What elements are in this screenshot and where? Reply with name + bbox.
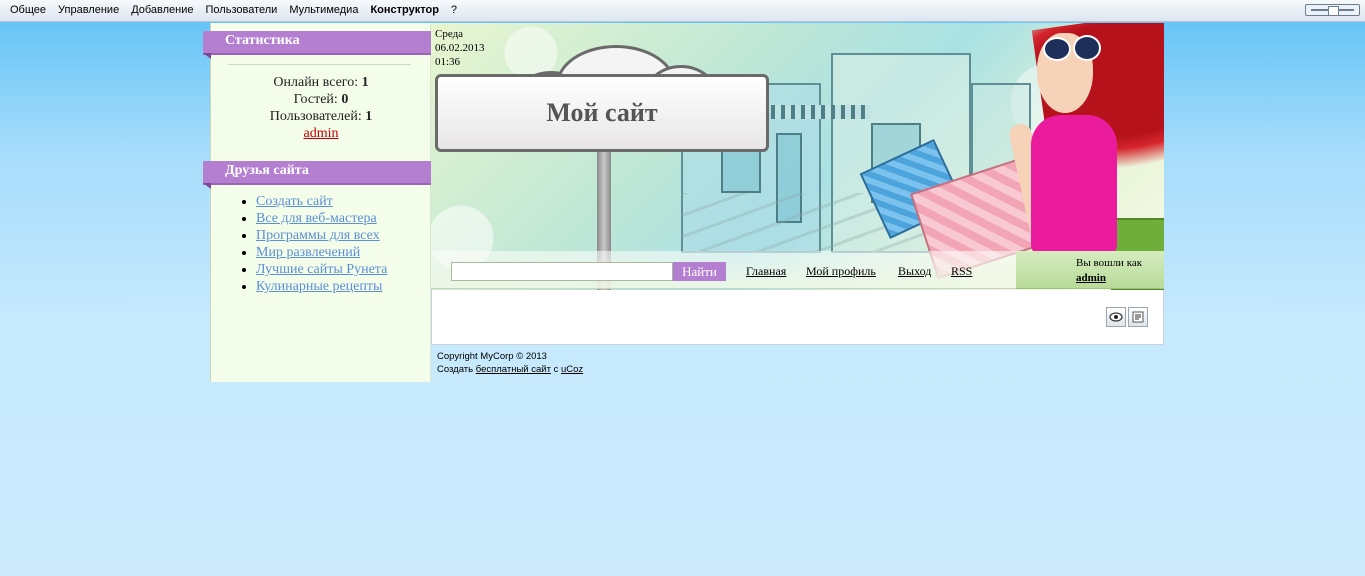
list-item: Программы для всех: [256, 227, 387, 244]
sunglasses-illustration: [1043, 37, 1071, 61]
eye-icon: [1109, 312, 1123, 322]
edit-mode-button[interactable]: [1128, 307, 1148, 327]
stats-user-link[interactable]: admin: [304, 126, 339, 141]
stats-divider: [228, 64, 411, 65]
friends-link-programs[interactable]: Программы для всех: [256, 228, 380, 243]
nav-link-home[interactable]: Главная: [746, 264, 786, 279]
stats-guests-label: Гостей:: [293, 92, 338, 107]
admin-menu-general[interactable]: Общее: [10, 4, 46, 16]
stats-users-label: Пользователей:: [269, 109, 362, 124]
footer: Copyright MyCorp © 2013 Создать бесплатн…: [437, 350, 583, 376]
search-input[interactable]: [451, 262, 673, 281]
header-awning-illustration: [771, 105, 871, 119]
date-time: Среда 06.02.2013 01:36: [435, 27, 485, 69]
admin-menu-management[interactable]: Управление: [58, 4, 119, 16]
stats-online-value: 1: [361, 75, 369, 90]
search-button[interactable]: Найти: [673, 262, 726, 281]
admin-toolbar: Общее Управление Добавление Пользователи…: [0, 0, 1365, 22]
list-item: Кулинарные рецепты: [256, 278, 387, 295]
sidebar: Статистика Онлайн всего: 1 Гостей: 0 Пол…: [203, 23, 431, 382]
site-header: Мой сайт Среда 06.02.2013 01:36: [431, 23, 1164, 290]
friends-link-best-sites[interactable]: Лучшие сайты Рунета: [256, 262, 387, 277]
login-status: Вы вошли как admin: [1016, 251, 1164, 289]
nav-link-profile[interactable]: Мой профиль: [806, 264, 876, 279]
site-title[interactable]: Мой сайт: [435, 74, 769, 152]
footer-copyright: Copyright MyCorp © 2013: [437, 351, 547, 362]
footer-create-prefix: Создать: [437, 364, 474, 375]
login-user-link[interactable]: admin: [1076, 272, 1106, 284]
admin-menu-multimedia[interactable]: Мультимедиа: [289, 4, 358, 16]
footer-free-site-link[interactable]: бесплатный сайт: [476, 364, 551, 375]
nav-link-logout[interactable]: Выход: [898, 264, 931, 279]
stats-users: Пользователей: 1: [211, 108, 431, 125]
admin-menu-constructor[interactable]: Конструктор: [370, 4, 438, 16]
friends-link-recipes[interactable]: Кулинарные рецепты: [256, 279, 382, 294]
friends-link-entertainment[interactable]: Мир развлечений: [256, 245, 360, 260]
admin-menu: Общее Управление Добавление Пользователи…: [4, 4, 463, 16]
login-label: Вы вошли как: [1076, 257, 1143, 269]
friends-link-create-site[interactable]: Создать сайт: [256, 194, 333, 209]
stats-users-value: 1: [365, 109, 373, 124]
main-content: [431, 290, 1164, 345]
footer-create-line: Создать бесплатный сайт с uCoz: [437, 363, 583, 376]
stats-user-link-row: admin: [211, 125, 431, 142]
panel-toggle-icon[interactable]: [1305, 4, 1360, 16]
weekday: Среда: [435, 28, 464, 40]
list-item: Все для веб-мастера: [256, 210, 387, 227]
list-item: Лучшие сайты Рунета: [256, 261, 387, 278]
stats-block: Онлайн всего: 1 Гостей: 0 Пользователей:…: [211, 74, 431, 142]
stats-online-label: Онлайн всего:: [273, 75, 359, 90]
current-date: 06.02.2013: [435, 42, 485, 54]
nav-link-rss[interactable]: RSS: [951, 264, 972, 279]
girl-dress-illustration: [1031, 115, 1117, 255]
sunglasses-illustration: [1073, 35, 1101, 61]
document-icon: [1132, 311, 1144, 323]
admin-menu-users[interactable]: Пользователи: [206, 4, 278, 16]
current-time: 01:36: [435, 56, 461, 68]
list-item: Создать сайт: [256, 193, 387, 210]
footer-ucoz-link[interactable]: uCoz: [561, 364, 583, 375]
stats-block-title: Статистика: [203, 31, 431, 59]
stats-online: Онлайн всего: 1: [211, 74, 431, 91]
footer-with: с: [553, 364, 559, 375]
stats-guests-value: 0: [341, 92, 349, 107]
admin-menu-add[interactable]: Добавление: [131, 4, 193, 16]
stats-guests: Гостей: 0: [211, 91, 431, 108]
friends-link-webmaster[interactable]: Все для веб-мастера: [256, 211, 377, 226]
view-mode-button[interactable]: [1106, 307, 1126, 327]
friends-list: Создать сайт Все для веб-мастера Програм…: [256, 193, 387, 295]
admin-menu-help[interactable]: ?: [451, 4, 457, 16]
friends-block-title: Друзья сайта: [203, 161, 431, 189]
nav-bar: Найти Главная Мой профиль Выход RSS: [431, 251, 1016, 289]
list-item: Мир развлечений: [256, 244, 387, 261]
